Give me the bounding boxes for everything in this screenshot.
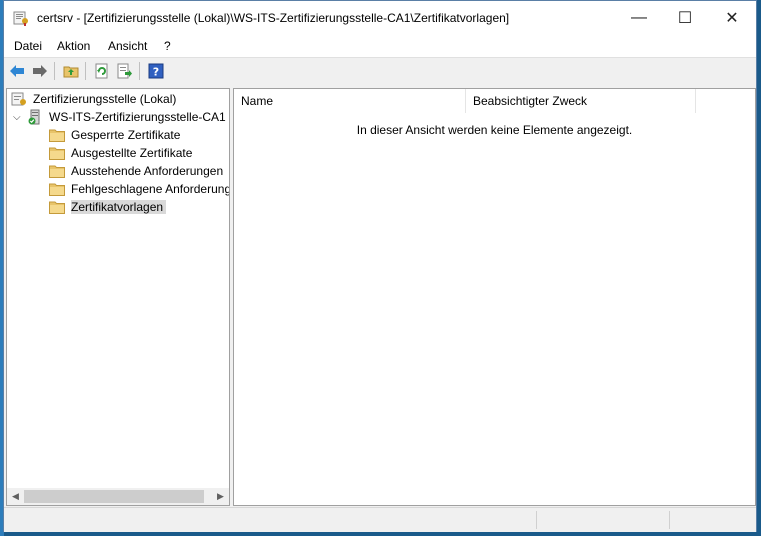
window-title: certsrv - [Zertifizierungsstelle (Lokal)… [37,11,510,25]
svg-text:?: ? [153,66,159,79]
help-icon: ? [148,63,164,79]
folder-icon [49,201,65,214]
folder-icon [49,147,65,160]
column-header-beabsichtigter-zweck[interactable]: Beabsichtigter Zweck [466,89,696,113]
menu-bar: Datei Aktion Ansicht ? [4,35,756,57]
tree-root-label: Zertifizierungsstelle (Lokal) [33,92,177,106]
refresh-icon [95,63,108,79]
ca-server-icon [28,109,40,125]
tree-ca-node[interactable]: ⌵ WS-ITS-Zertifizierungsstelle-CA1 [13,108,226,126]
forward-button[interactable] [31,62,49,80]
menu-help[interactable]: ? [164,39,171,53]
help-button[interactable]: ? [147,62,165,80]
export-list-button[interactable] [116,62,134,80]
certificate-authority-icon [13,11,28,26]
menu-datei[interactable]: Datei [14,39,42,53]
tree-item-label-selected: Zertifikatvorlagen [71,200,167,214]
menu-ansicht[interactable]: Ansicht [108,39,147,53]
toolbar-separator [54,62,55,80]
up-folder-icon [63,66,79,78]
toolbar: ? [4,57,756,83]
up-one-level-button[interactable] [62,62,80,80]
folder-icon [49,165,65,178]
title-bar[interactable]: certsrv - [Zertifizierungsstelle (Lokal)… [4,1,756,35]
export-list-icon [117,63,132,79]
toolbar-separator [139,62,140,80]
menu-aktion[interactable]: Aktion [57,39,90,53]
tree-item-ausstehende-anforderungen[interactable]: Ausstehende Anforderungen [49,162,223,180]
empty-list-message: In dieser Ansicht werden keine Elemente … [356,123,633,137]
certificate-authority-icon [11,92,26,106]
console-tree[interactable]: Zertifizierungsstelle (Lokal) ⌵ WS-ITS-Z… [6,88,230,506]
status-bar [4,507,756,532]
tree-item-label: Ausstehende Anforderungen [71,164,224,178]
minimize-button[interactable]: — [616,1,662,35]
chevron-down-icon[interactable]: ⌵ [13,112,27,123]
tree-item-label: Fehlgeschlagene Anforderungen [71,182,230,196]
tree-ca-label: WS-ITS-Zertifizierungsstelle-CA1 [49,110,226,124]
refresh-button[interactable] [93,62,111,80]
result-pane[interactable]: Name Beabsichtigter Zweck In dieser Ansi… [233,88,756,506]
folder-icon [49,183,65,196]
maximize-button[interactable]: ☐ [662,1,708,35]
back-button[interactable] [8,62,26,80]
tree-item-ausgestellte-zertifikate[interactable]: Ausgestellte Zertifikate [49,144,192,162]
column-header-name[interactable]: Name [234,89,466,113]
tree-horizontal-scrollbar[interactable]: ◀ ▶ [7,488,229,505]
tree-item-label: Gesperrte Zertifikate [71,128,181,142]
scroll-right-arrow-icon[interactable]: ▶ [212,490,229,503]
status-bar-divider [669,511,670,529]
certsrv-window: certsrv - [Zertifizierungsstelle (Lokal)… [3,0,757,532]
folder-icon [49,129,65,142]
tree-item-zertifikatvorlagen[interactable]: Zertifikatvorlagen [49,198,167,216]
toolbar-separator [85,62,86,80]
scrollbar-thumb[interactable] [24,490,204,503]
status-bar-divider [536,511,537,529]
close-button[interactable]: ✕ [709,1,755,35]
tree-item-label: Ausgestellte Zertifikate [71,146,193,160]
tree-item-gesperrte-zertifikate[interactable]: Gesperrte Zertifikate [49,126,180,144]
back-arrow-icon [10,65,24,77]
scroll-left-arrow-icon[interactable]: ◀ [7,490,24,503]
tree-root[interactable]: Zertifizierungsstelle (Lokal) [11,90,176,108]
tree-item-fehlgeschlagene-anforderungen[interactable]: Fehlgeschlagene Anforderungen [49,180,230,198]
forward-arrow-icon [33,65,47,77]
